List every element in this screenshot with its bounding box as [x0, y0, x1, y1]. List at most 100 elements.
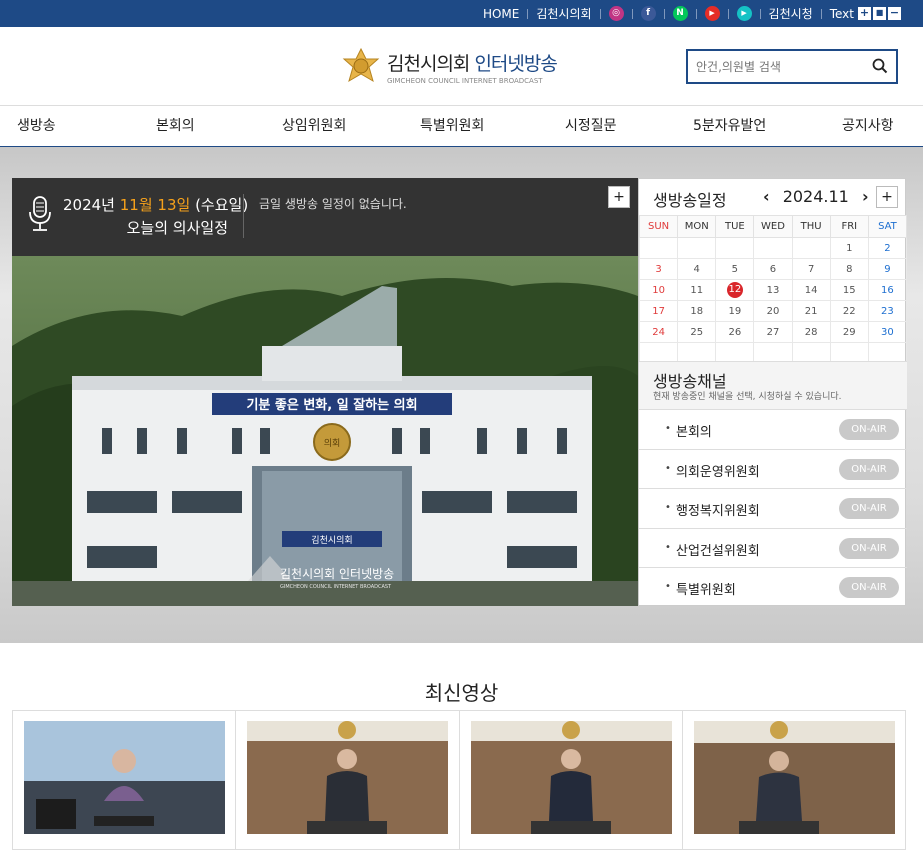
video-thumbnail: [24, 721, 225, 834]
calendar-day[interactable]: 10: [638, 279, 679, 301]
calendar-day[interactable]: 20: [753, 300, 793, 322]
nav-plenary[interactable]: 본회의: [156, 106, 195, 146]
calendar-day[interactable]: 5: [715, 258, 755, 280]
divider: [695, 8, 697, 19]
zoom-out-button[interactable]: −: [888, 7, 901, 20]
calendar-day: [677, 237, 717, 259]
next-month-button[interactable]: ›: [862, 187, 869, 206]
on-air-button[interactable]: ON-AIR: [839, 458, 899, 480]
instagram-icon[interactable]: ◎: [608, 6, 624, 21]
calendar-day: [791, 237, 831, 259]
divider: [631, 8, 633, 19]
nav-live[interactable]: 생방송: [17, 106, 56, 146]
calendar-day[interactable]: 28: [791, 321, 831, 343]
video-card[interactable]: [460, 711, 683, 849]
calendar-day[interactable]: 25: [677, 321, 717, 343]
search-icon[interactable]: [872, 58, 888, 74]
calendar-day-header: FRI: [829, 215, 869, 238]
calendar-day[interactable]: 19: [715, 300, 755, 322]
building-sign-text: 김천시의회: [311, 534, 352, 546]
on-air-button[interactable]: ON-AIR: [839, 537, 899, 559]
calendar-day[interactable]: 21: [791, 300, 831, 322]
calendar-day-header: THU: [791, 215, 831, 238]
video-card[interactable]: [236, 711, 460, 849]
nav-special-committee[interactable]: 특별위원회: [420, 106, 484, 146]
calendar-day[interactable]: 7: [791, 258, 831, 280]
channel-description: 현재 방송중인 채널을 선택, 시청하실 수 있습니다.: [653, 392, 842, 402]
calendar-day-header: TUE: [715, 215, 755, 238]
calendar-day: [638, 237, 679, 259]
council-link[interactable]: 김천시의회: [536, 5, 591, 22]
calendar-day-header: SAT: [867, 215, 908, 238]
nav-city-questions[interactable]: 시정질문: [565, 106, 617, 146]
calendar-day[interactable]: 23: [867, 300, 908, 322]
prev-month-button[interactable]: ‹: [763, 187, 770, 206]
divider: [663, 8, 665, 19]
zoom-reset-button[interactable]: ■: [873, 7, 886, 20]
on-air-button[interactable]: ON-AIR: [839, 577, 899, 598]
calendar-day[interactable]: 9: [867, 258, 908, 280]
building-banner-text: 기분 좋은 변화, 일 잘하는 의회: [246, 397, 417, 413]
calendar-day: [715, 237, 755, 259]
video-card[interactable]: [13, 711, 237, 849]
calendar-more-button[interactable]: +: [876, 186, 898, 208]
calendar-day[interactable]: 11: [677, 279, 717, 301]
bullet-icon: •: [665, 581, 671, 592]
latest-videos-title: 최신영상: [424, 681, 499, 705]
calendar-day[interactable]: 3: [638, 258, 679, 280]
calendar-day[interactable]: 4: [677, 258, 717, 280]
city-hall-link[interactable]: 김천시청: [769, 5, 813, 22]
divider: [599, 8, 601, 19]
schedule-more-button[interactable]: +: [608, 186, 630, 208]
channel-name: 의회운영위원회: [676, 464, 760, 480]
calendar-day[interactable]: 18: [677, 300, 717, 322]
calendar-day[interactable]: 8: [829, 258, 869, 280]
on-air-button[interactable]: ON-AIR: [839, 419, 899, 440]
calendar-day[interactable]: 13: [753, 279, 793, 301]
calendar-day[interactable]: 26: [715, 321, 755, 343]
calendar-month: 2024.11: [782, 187, 849, 206]
calendar-day[interactable]: 17: [638, 300, 679, 322]
calendar-week: 10 11 12 13 14 15 16: [638, 279, 908, 301]
calendar-day[interactable]: 30: [867, 321, 908, 343]
channel-item[interactable]: • 행정복지위원회 ON-AIR: [639, 488, 907, 527]
zoom-in-button[interactable]: +: [858, 7, 871, 20]
calendar-week: 17 18 19 20 21 22 23: [638, 300, 908, 322]
divider: [759, 8, 761, 19]
search-input[interactable]: [688, 51, 858, 82]
calendar-day[interactable]: 14: [791, 279, 831, 301]
on-air-button[interactable]: ON-AIR: [839, 498, 899, 519]
live-calendar: SUN MON TUE WED THU FRI SAT 1 2 3 4 5 6 7 8 9 10 11 12 13 1…: [638, 215, 908, 364]
calendar-today[interactable]: 12: [726, 282, 743, 298]
calendar-day[interactable]: 2: [867, 237, 908, 259]
channel-item[interactable]: • 특별위원회 ON-AIR: [639, 567, 907, 606]
calendar-day[interactable]: 22: [829, 300, 869, 322]
calendar-day[interactable]: 27: [753, 321, 793, 343]
channel-item[interactable]: • 산업건설위원회 ON-AIR: [639, 527, 907, 567]
channel-item[interactable]: • 의회운영위원회 ON-AIR: [639, 448, 907, 488]
calendar-week: 3456789: [638, 258, 908, 280]
naver-blog-icon[interactable]: N: [672, 6, 688, 21]
schedule-message: 금일 생방송 일정이 없습니다.: [259, 197, 407, 211]
youtube-icon[interactable]: ▶: [704, 6, 720, 21]
nav-5min-speech[interactable]: 5분자유발언: [693, 106, 766, 146]
calendar-day[interactable]: 12: [715, 279, 755, 301]
calendar-day[interactable]: 29: [829, 321, 869, 343]
video-thumbnail: [693, 721, 895, 834]
bullet-icon: •: [665, 423, 671, 434]
calendar-day[interactable]: 16: [867, 279, 908, 301]
nav-standing-committee[interactable]: 상임위원회: [282, 106, 346, 146]
calendar-day[interactable]: 15: [829, 279, 869, 301]
nav-notice[interactable]: 공지사항: [842, 106, 894, 146]
calendar-day[interactable]: 6: [753, 258, 793, 280]
channel-item[interactable]: • 본회의 ON-AIR: [639, 409, 907, 448]
calendar-day-header: WED: [753, 215, 793, 238]
facebook-icon[interactable]: f: [640, 6, 656, 21]
calendar-day[interactable]: 1: [829, 237, 869, 259]
calendar-day[interactable]: 24: [638, 321, 679, 343]
video-thumbnail: [247, 721, 449, 834]
home-link[interactable]: HOME: [483, 7, 519, 21]
site-logo[interactable]: 김천시의회 인터넷방송 GIMCHEON COUNCIL INTERNET BR…: [341, 47, 558, 87]
video-card[interactable]: [683, 711, 905, 849]
play-icon[interactable]: ▶: [736, 6, 752, 21]
